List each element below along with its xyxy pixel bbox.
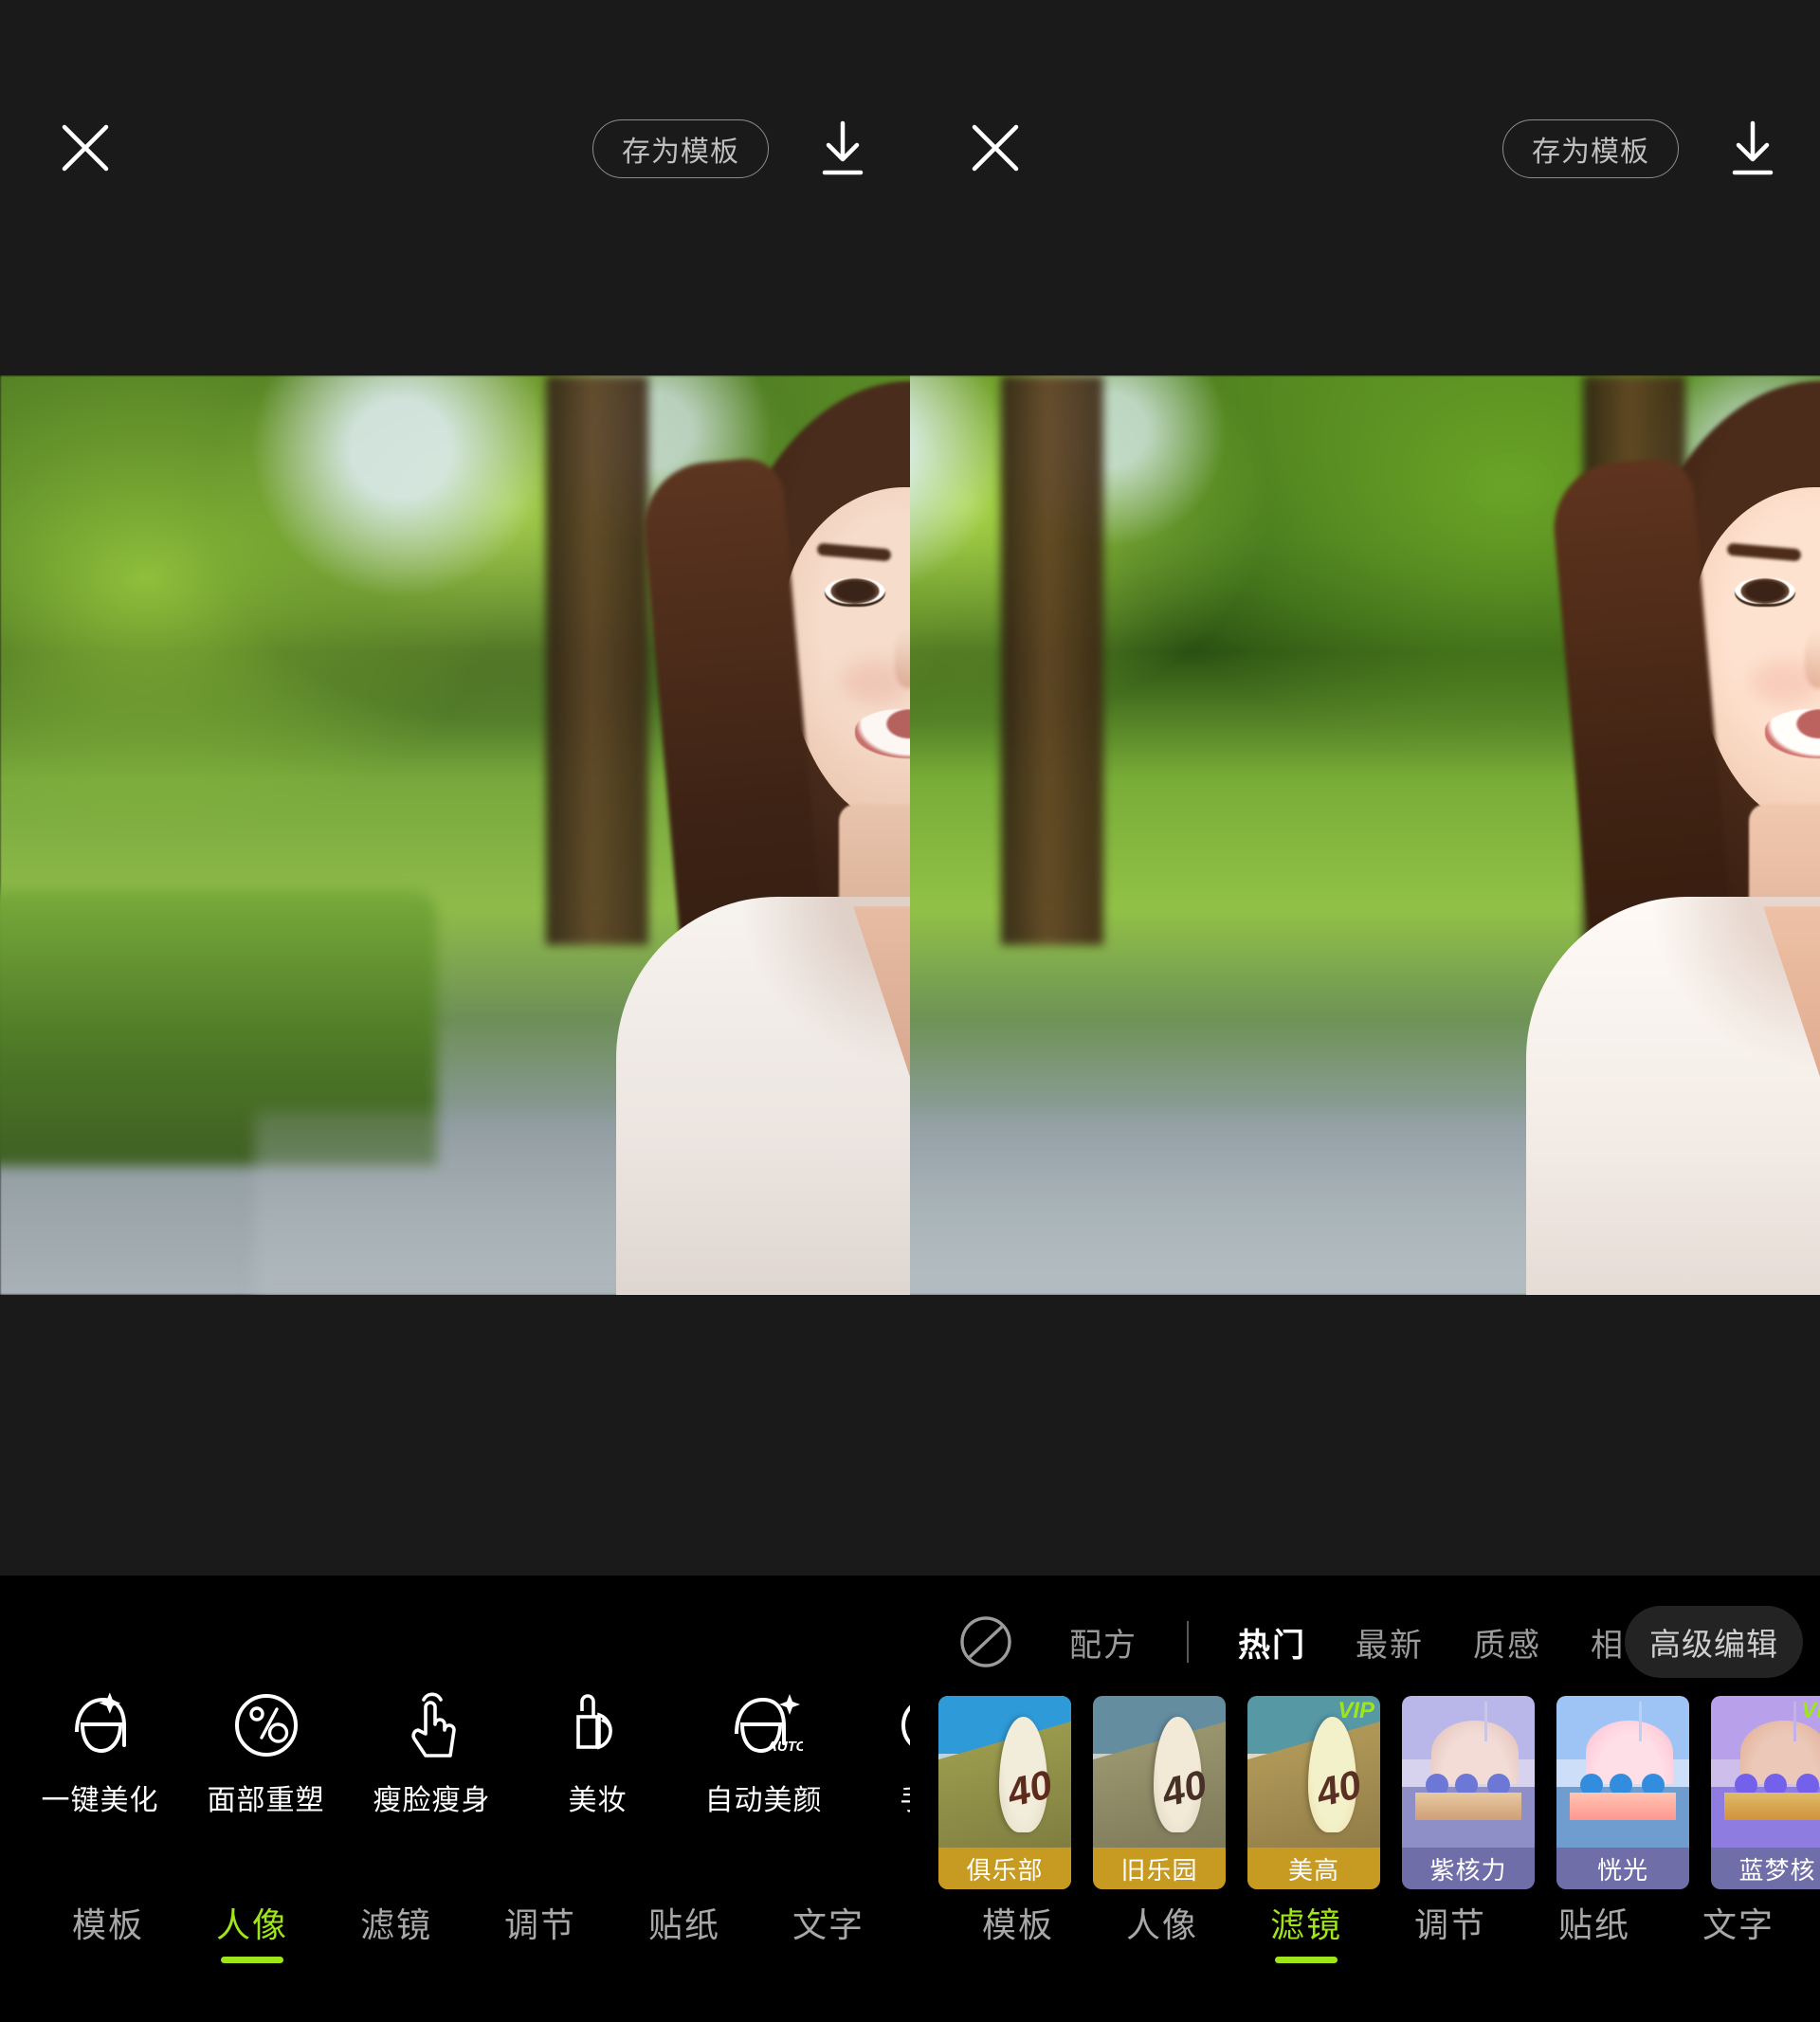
- lipstick-icon: [561, 1680, 635, 1771]
- tool-slim-face-body[interactable]: 瘦脸瘦身: [349, 1680, 515, 1841]
- nav-item-filter[interactable]: 滤镜: [1234, 1898, 1378, 1963]
- filter-preview-image: [1402, 1696, 1535, 1848]
- nav-label: 人像: [1125, 1905, 1198, 1944]
- tool-face-reshape[interactable]: 面部重塑: [183, 1680, 349, 1841]
- advanced-edit-button[interactable]: 高级编辑: [1625, 1606, 1803, 1678]
- filter-item-meigao[interactable]: 40 VIP 美高: [1247, 1696, 1380, 1889]
- filter-item-old-paradise[interactable]: 40 旧乐园: [1093, 1696, 1226, 1889]
- nav-label: 文字: [1702, 1905, 1774, 1944]
- nav-label: 调节: [503, 1905, 576, 1944]
- thumb-number: 40: [1002, 1760, 1057, 1815]
- nav-label: 模板: [71, 1905, 144, 1944]
- right-bottom-nav: 模板 人像 滤镜 调节 贴纸 文字: [910, 1898, 1820, 2012]
- nav-item-template[interactable]: 模板: [36, 1898, 180, 1947]
- right-top-bar: 存为模板: [910, 0, 1820, 220]
- left-panel: 存为模板 一键美化 面部重塑 瘦脸瘦身 美妆 AUT 自动美颜 模板 人像 滤镜…: [0, 0, 910, 2022]
- right-panel: 存为模板 配方 热门 最新 质感 高级编辑 40 俱乐部 40 旧乐园 40 V…: [910, 0, 1820, 2022]
- filter-name: 恍光: [1556, 1848, 1689, 1889]
- nav-item-sticker[interactable]: 贴纸: [1522, 1898, 1666, 1947]
- portrait-tool-row: 一键美化 面部重塑 瘦脸瘦身 美妆 AUT 自动美颜: [0, 1680, 910, 1841]
- pointing-hand-icon: [395, 1680, 469, 1771]
- filter-tab-hot[interactable]: 热门: [1238, 1619, 1306, 1666]
- manual-icon: [893, 1680, 910, 1771]
- nav-item-portrait[interactable]: 人像: [1090, 1898, 1234, 1947]
- nav-label: 贴纸: [647, 1905, 720, 1944]
- close-icon[interactable]: [59, 121, 112, 174]
- tool-label: 自动美颜: [704, 1785, 823, 1816]
- face-sparkle-icon: [64, 1680, 137, 1771]
- nav-item-portrait[interactable]: 人像: [180, 1898, 324, 1963]
- tool-label: 手动: [901, 1776, 911, 1818]
- filter-name: 旧乐园: [1093, 1848, 1226, 1889]
- tool-one-tap-beautify[interactable]: 一键美化: [17, 1680, 183, 1841]
- right-photo-canvas[interactable]: [910, 375, 1820, 1295]
- filter-item-club[interactable]: 40 俱乐部: [938, 1696, 1071, 1889]
- filter-preview-image: 40: [1093, 1696, 1226, 1848]
- app-screen: 存为模板 一键美化 面部重塑 瘦脸瘦身 美妆 AUT 自动美颜 模板 人像 滤镜…: [0, 0, 1820, 2022]
- left-top-bar: 存为模板: [0, 0, 910, 220]
- filter-name: 紫核力: [1402, 1848, 1535, 1889]
- tool-label: 面部重塑: [207, 1785, 325, 1816]
- left-bottom-toolbar: 一键美化 面部重塑 瘦脸瘦身 美妆 AUT 自动美颜 模板 人像 滤镜 调节 贴…: [0, 1576, 910, 2022]
- save-as-template-button[interactable]: 存为模板: [1502, 119, 1679, 178]
- portrait-photo: [0, 375, 910, 1295]
- nav-item-filter[interactable]: 滤镜: [324, 1898, 468, 1947]
- nav-item-text[interactable]: 文字: [756, 1898, 901, 1947]
- filter-name: 美高: [1247, 1848, 1380, 1889]
- filter-item-blue-dream-core[interactable]: VIP 蓝梦核: [1711, 1696, 1820, 1889]
- nav-item-adjust[interactable]: 调节: [1378, 1898, 1522, 1947]
- filter-preview-image: [1556, 1696, 1689, 1848]
- left-photo-canvas[interactable]: [0, 375, 910, 1295]
- filter-item-purple-core[interactable]: 紫核力: [1402, 1696, 1535, 1889]
- nav-label: 滤镜: [359, 1905, 432, 1944]
- face-percent-circle-icon: [229, 1680, 303, 1771]
- tab-divider: [1187, 1621, 1189, 1663]
- filter-tab-texture[interactable]: 质感: [1473, 1619, 1541, 1666]
- download-icon[interactable]: [1725, 119, 1780, 178]
- face-auto-icon: AUTO: [725, 1680, 803, 1771]
- filter-item-hazy-light[interactable]: 恍光: [1556, 1696, 1689, 1889]
- filter-tab-recipe[interactable]: 配方: [1069, 1619, 1138, 1666]
- thumb-number: 40: [1156, 1760, 1211, 1815]
- save-as-template-label: 存为模板: [622, 137, 739, 168]
- tool-auto-beauty[interactable]: AUTO 自动美颜: [681, 1680, 846, 1841]
- svg-text:AUTO: AUTO: [766, 1739, 803, 1755]
- save-as-template-button[interactable]: 存为模板: [592, 119, 769, 178]
- nav-label: 文字: [792, 1905, 864, 1944]
- nav-active-underline: [1275, 1957, 1338, 1963]
- save-as-template-label: 存为模板: [1532, 137, 1649, 168]
- portrait-photo: [910, 375, 1820, 1295]
- nav-label: 人像: [215, 1905, 288, 1944]
- nav-active-underline: [221, 1957, 283, 1963]
- tool-label: 瘦脸瘦身: [373, 1785, 491, 1816]
- nav-label: 贴纸: [1557, 1905, 1630, 1944]
- filter-preview-image: 40: [938, 1696, 1071, 1848]
- thumb-number: 40: [1311, 1760, 1366, 1815]
- tool-label: 美妆: [568, 1785, 628, 1816]
- no-filter-circle-slash-icon[interactable]: [957, 1613, 1014, 1670]
- vip-badge: VIP: [1801, 1698, 1820, 1723]
- nav-item-sticker[interactable]: 贴纸: [612, 1898, 756, 1947]
- advanced-edit-label: 高级编辑: [1649, 1627, 1778, 1662]
- nav-item-text[interactable]: 文字: [1666, 1898, 1811, 1947]
- tool-manual[interactable]: 手动: [846, 1680, 910, 1841]
- filter-tab-newest[interactable]: 最新: [1356, 1619, 1424, 1666]
- nav-item-template[interactable]: 模板: [946, 1898, 1090, 1947]
- filter-name: 蓝梦核: [1711, 1848, 1820, 1889]
- vip-badge: VIP: [1338, 1698, 1374, 1723]
- nav-label: 滤镜: [1269, 1905, 1342, 1944]
- left-bottom-nav: 模板 人像 滤镜 调节 贴纸 文字: [0, 1898, 910, 2012]
- filter-name: 俱乐部: [938, 1848, 1071, 1889]
- tool-makeup[interactable]: 美妆: [515, 1680, 681, 1841]
- filter-thumbnail-strip[interactable]: 40 俱乐部 40 旧乐园 40 VIP 美高 紫核力 恍光 V 蓝梦核: [938, 1696, 1820, 1904]
- left-app-screen: 存为模板 一键美化 面部重塑 瘦脸瘦身 美妆 AUT 自动美颜 模板 人像 滤镜…: [0, 0, 910, 2022]
- nav-label: 模板: [981, 1905, 1054, 1944]
- tool-label: 一键美化: [41, 1785, 159, 1816]
- nav-label: 调节: [1413, 1905, 1486, 1944]
- filter-category-tabs: 配方 热门 最新 质感 相机: [957, 1612, 1708, 1672]
- right-app-screen: 存为模板 配方 热门 最新 质感 高级编辑 40 俱乐部 40 旧乐园 40 V…: [910, 0, 1820, 2022]
- nav-item-adjust[interactable]: 调节: [468, 1898, 612, 1947]
- close-icon[interactable]: [969, 121, 1022, 174]
- download-icon[interactable]: [815, 119, 870, 178]
